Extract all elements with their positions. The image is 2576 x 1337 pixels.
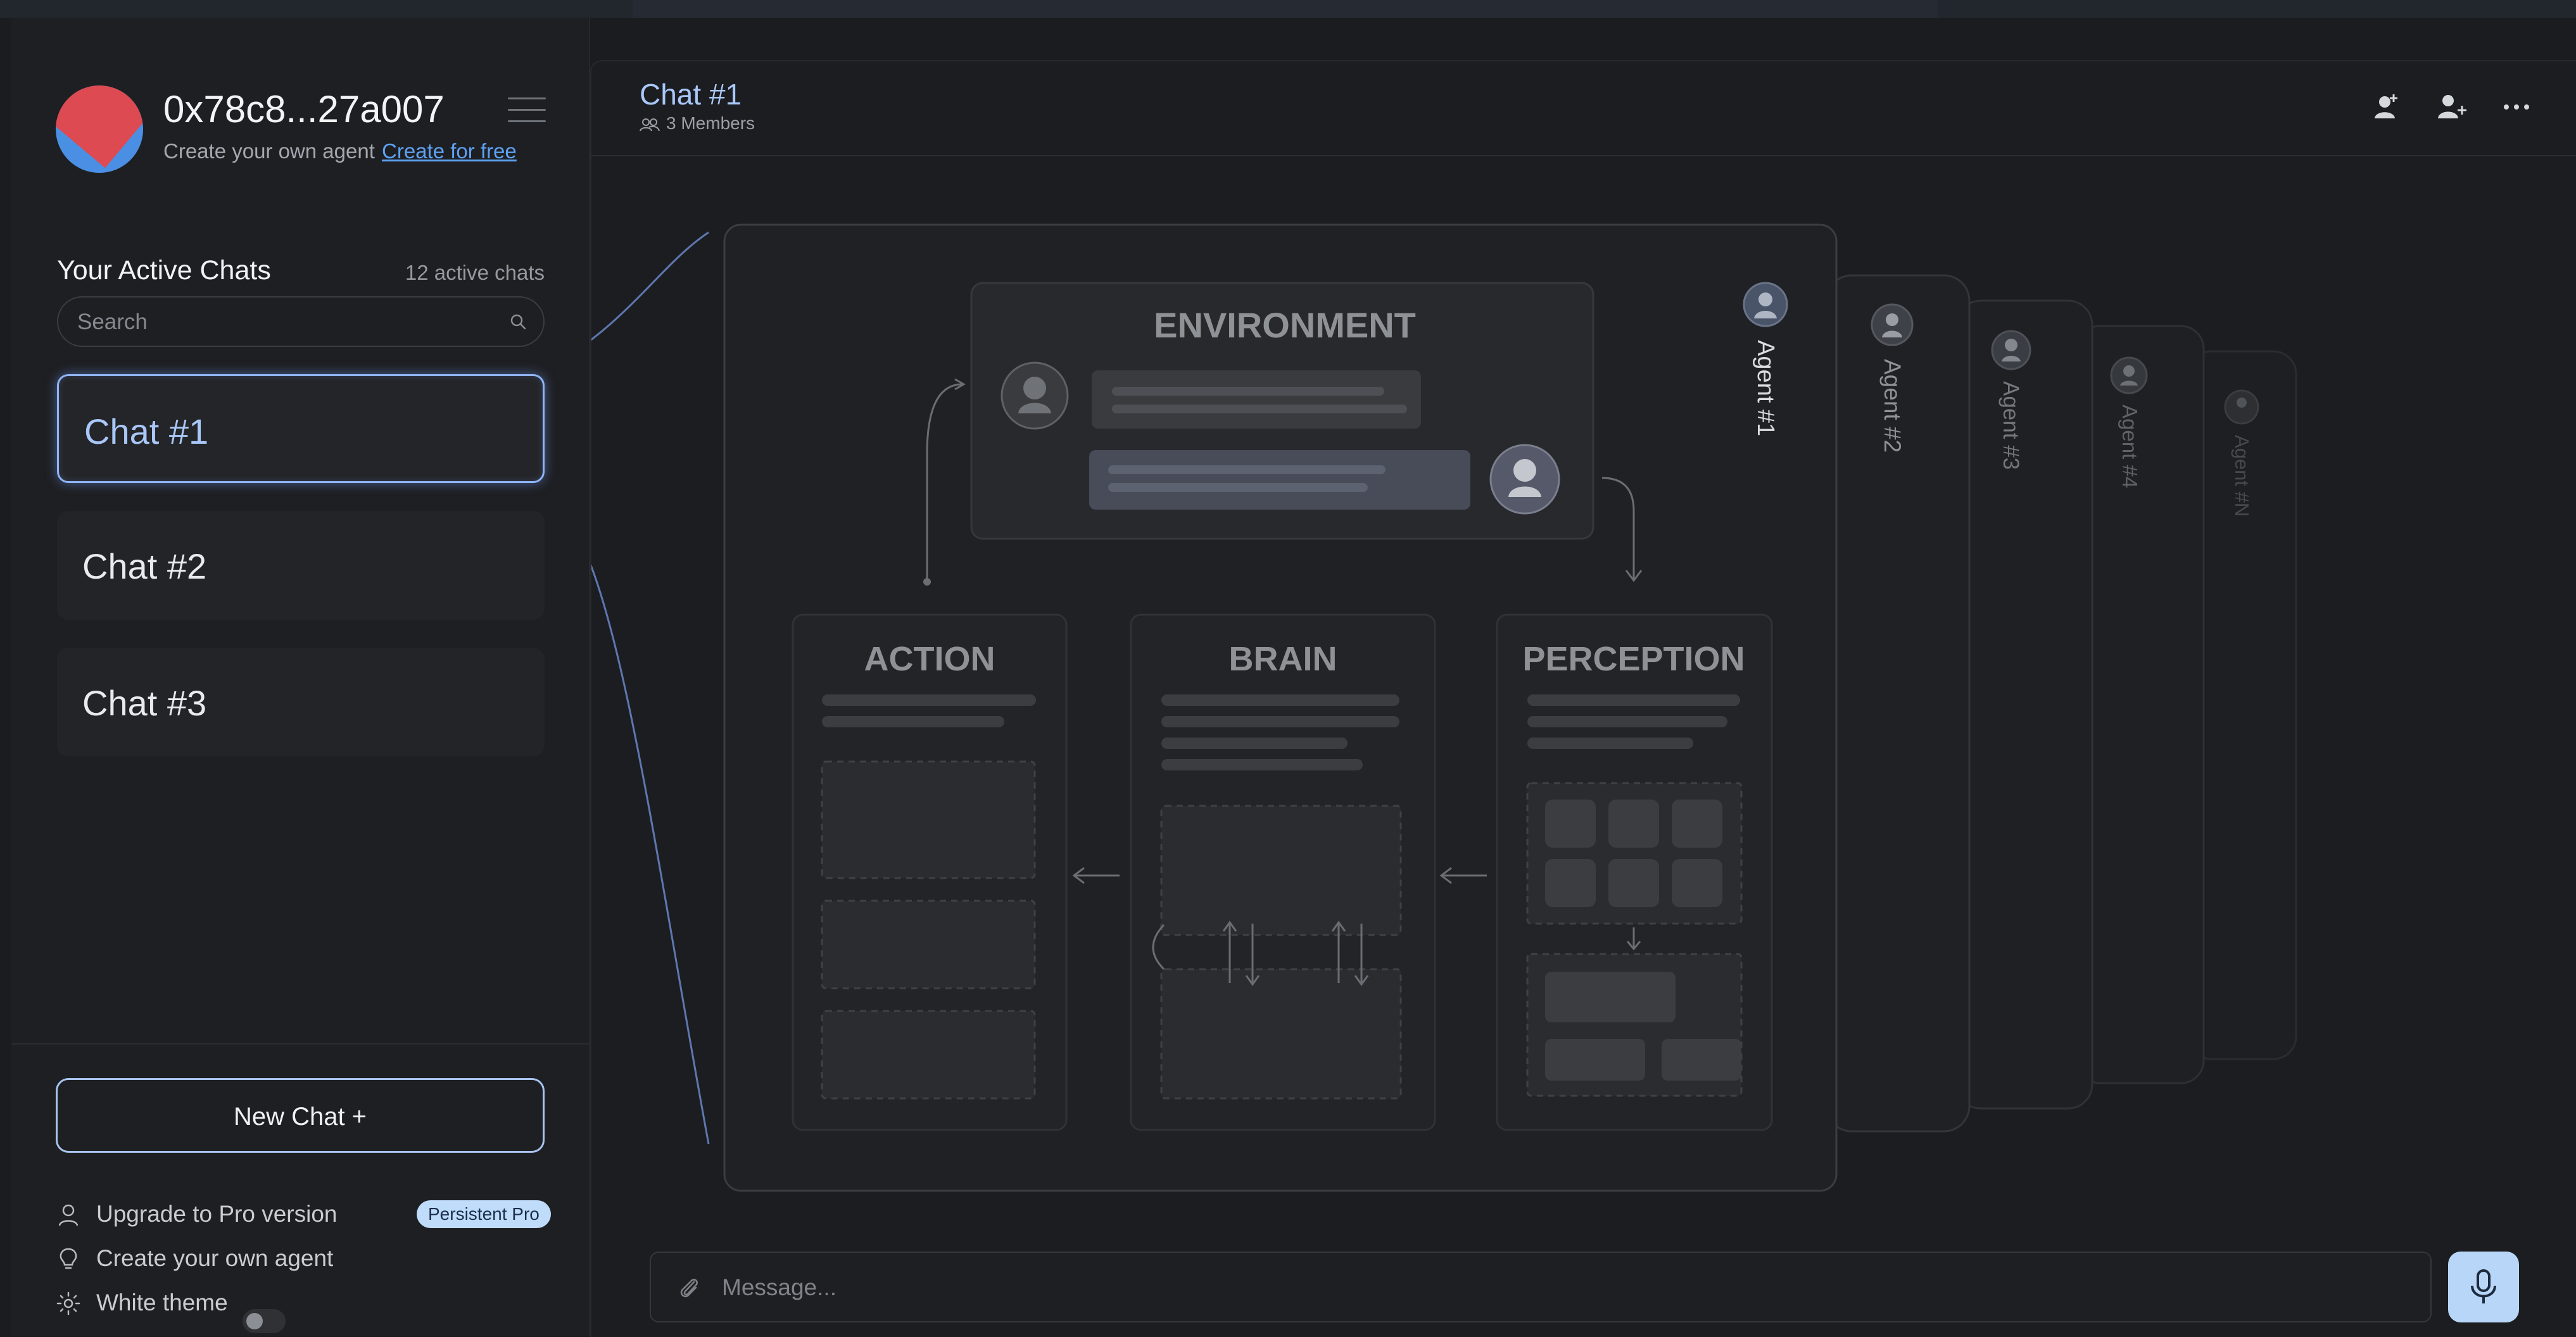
user-icon (58, 1204, 79, 1226)
search-box[interactable] (57, 296, 545, 347)
agent-card-3 (1955, 299, 2093, 1110)
more-options-icon[interactable] (2497, 88, 2535, 126)
chat-item-label: Chat #3 (82, 683, 207, 723)
search-input[interactable] (76, 298, 496, 347)
chat-header: Chat #1 3 Members (591, 61, 2576, 156)
agent-1-avatar (1743, 282, 1788, 327)
active-chats-title: Your Active Chats (57, 255, 271, 286)
members-icon (640, 118, 660, 131)
chat-item-2[interactable]: Chat #2 (57, 511, 545, 620)
account-address: 0x78c8...27a007 (163, 88, 445, 130)
microphone-button[interactable] (2448, 1252, 2519, 1322)
environment-user-avatar (1001, 361, 1069, 430)
message-input[interactable] (721, 1253, 2370, 1322)
chat-main: Chat #1 3 Members Agent #1 Agent #2 Agen… (590, 60, 2576, 1337)
perception-label: PERCEPTION (1522, 640, 1745, 678)
sun-icon (56, 1291, 80, 1315)
attachment-icon[interactable] (676, 1274, 702, 1302)
white-theme-label: White theme (96, 1290, 228, 1315)
add-agent-icon[interactable] (2366, 88, 2404, 126)
new-chat-button[interactable]: New Chat + (56, 1078, 545, 1153)
window-top-strip (0, 0, 2576, 18)
message-composer (650, 1252, 2432, 1322)
chat-item-label: Chat #2 (82, 546, 207, 586)
agent-4-label: Agent #4 (2118, 405, 2142, 488)
chat-item-1[interactable]: Chat #1 (57, 374, 545, 483)
upgrade-pro-label: Upgrade to Pro version (96, 1201, 338, 1227)
menu-icon[interactable] (508, 95, 546, 125)
agent-2-label: Agent #2 (1879, 359, 1905, 453)
environment-agent-avatar (1489, 444, 1560, 515)
sidebar: 0x78c8...27a007 Create your own agent Cr… (11, 18, 590, 1336)
top-strip-highlight (633, 0, 1938, 18)
create-for-free-link[interactable]: Create for free (382, 139, 517, 163)
agent-4-avatar (2110, 356, 2148, 394)
chat-title: Chat #1 (640, 78, 742, 111)
brain-label: BRAIN (1229, 640, 1337, 678)
agent-n-label: Agent #N (2231, 435, 2253, 517)
search-icon[interactable] (509, 313, 527, 330)
account-subtitle: Create your own agent (163, 139, 375, 163)
environment-bubble-1 (1092, 370, 1421, 429)
members-count: 3 Members (640, 113, 755, 134)
action-label: ACTION (864, 640, 995, 678)
environment-bubble-2 (1089, 450, 1470, 510)
create-agent-label: Create your own agent (96, 1245, 334, 1271)
lightbulb-icon (60, 1248, 77, 1269)
agent-n-avatar (2224, 389, 2259, 425)
account-avatar[interactable] (56, 85, 143, 173)
new-chat-label: New Chat + (233, 1103, 367, 1131)
add-user-icon[interactable] (2432, 88, 2470, 126)
agent-architecture-illustration: Agent #1 Agent #2 Agent #3 Agent #4 Agen… (591, 223, 2297, 1192)
chat-item-3[interactable]: Chat #3 (57, 648, 545, 756)
environment-label: ENVIRONMENT (1154, 305, 1416, 345)
agent-3-label: Agent #3 (1998, 381, 2023, 470)
sidebar-divider (11, 1043, 589, 1045)
members-label: 3 Members (666, 113, 755, 133)
agent-3-avatar (1991, 330, 2031, 370)
microphone-icon (2471, 1269, 2496, 1303)
persistent-pro-badge: Persistent Pro (417, 1200, 551, 1228)
agent-2-avatar (1871, 303, 1914, 346)
chat-item-label: Chat #1 (84, 411, 209, 451)
white-theme-toggle[interactable] (243, 1309, 286, 1333)
agent-1-label: Agent #1 (1752, 340, 1779, 436)
active-chats-count: 12 active chats (405, 261, 545, 284)
